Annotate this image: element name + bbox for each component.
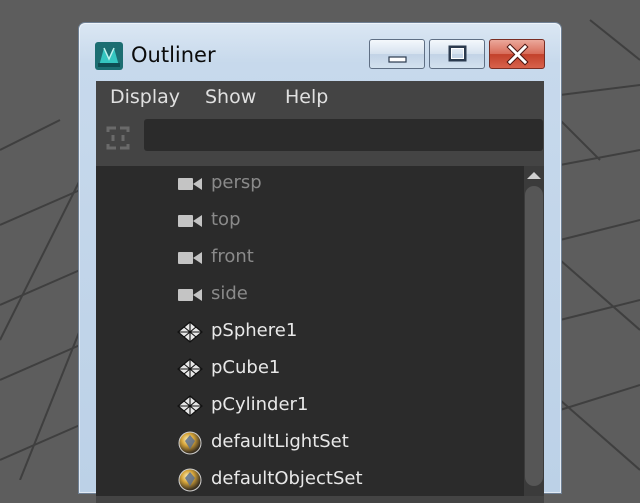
camera-icon — [178, 289, 202, 301]
tree-item-label: pCylinder1 — [211, 394, 309, 415]
minimize-button[interactable] — [369, 39, 425, 69]
outliner-tree[interactable]: persp top front side pSphere1 pCube1 pCy… — [96, 166, 524, 496]
tree-row-pcylinder1[interactable]: pCylinder1 — [96, 388, 524, 424]
camera-icon — [178, 178, 202, 190]
tree-item-label: pSphere1 — [211, 320, 298, 341]
close-button[interactable] — [489, 39, 545, 69]
menu-bar: Display Show Help — [96, 81, 544, 115]
tree-item-label: pCube1 — [211, 357, 281, 378]
camera-icon — [178, 252, 202, 264]
outliner-window: Outliner Display Show Help persp top fro… — [78, 22, 562, 503]
window-title: Outliner — [131, 43, 216, 67]
tree-row-front[interactable]: front — [96, 240, 524, 276]
tree-item-label: top — [211, 209, 241, 230]
filter-search-input[interactable] — [144, 119, 543, 151]
set-sphere-icon — [178, 468, 202, 492]
tree-item-label: defaultObjectSet — [211, 468, 363, 489]
tree-row-persp[interactable]: persp — [96, 166, 524, 202]
tree-row-pcube1[interactable]: pCube1 — [96, 351, 524, 387]
title-bar[interactable]: Outliner — [79, 23, 561, 81]
refresh-filter-icon[interactable] — [104, 124, 132, 152]
menu-show[interactable]: Show — [205, 86, 256, 108]
mesh-icon — [177, 358, 203, 380]
close-icon — [506, 43, 529, 66]
maya-app-icon — [95, 42, 123, 70]
minimize-icon — [388, 56, 407, 63]
vertical-scrollbar[interactable] — [524, 166, 544, 496]
scroll-thumb[interactable] — [525, 186, 543, 486]
tree-row-side[interactable]: side — [96, 277, 524, 313]
camera-icon — [178, 215, 202, 227]
tree-item-label: side — [211, 283, 248, 304]
maximize-button[interactable] — [429, 39, 485, 69]
menu-help[interactable]: Help — [285, 86, 328, 108]
tree-row-top[interactable]: top — [96, 203, 524, 239]
tree-item-label: persp — [211, 172, 262, 193]
mesh-icon — [177, 321, 203, 343]
tree-item-label: front — [211, 246, 254, 267]
tree-row-defaultlightset[interactable]: defaultLightSet — [96, 425, 524, 461]
menu-display[interactable]: Display — [110, 86, 180, 108]
tree-row-psphere1[interactable]: pSphere1 — [96, 314, 524, 350]
mesh-icon — [177, 395, 203, 417]
set-sphere-icon — [178, 431, 202, 455]
scroll-up-arrow-icon[interactable] — [524, 166, 544, 184]
maximize-icon — [448, 45, 467, 62]
outliner-panel: Display Show Help persp top front side p… — [96, 81, 544, 503]
filter-toolbar — [96, 115, 544, 163]
tree-item-label: defaultLightSet — [211, 431, 349, 452]
tree-row-defaultobjectset[interactable]: defaultObjectSet — [96, 462, 524, 496]
